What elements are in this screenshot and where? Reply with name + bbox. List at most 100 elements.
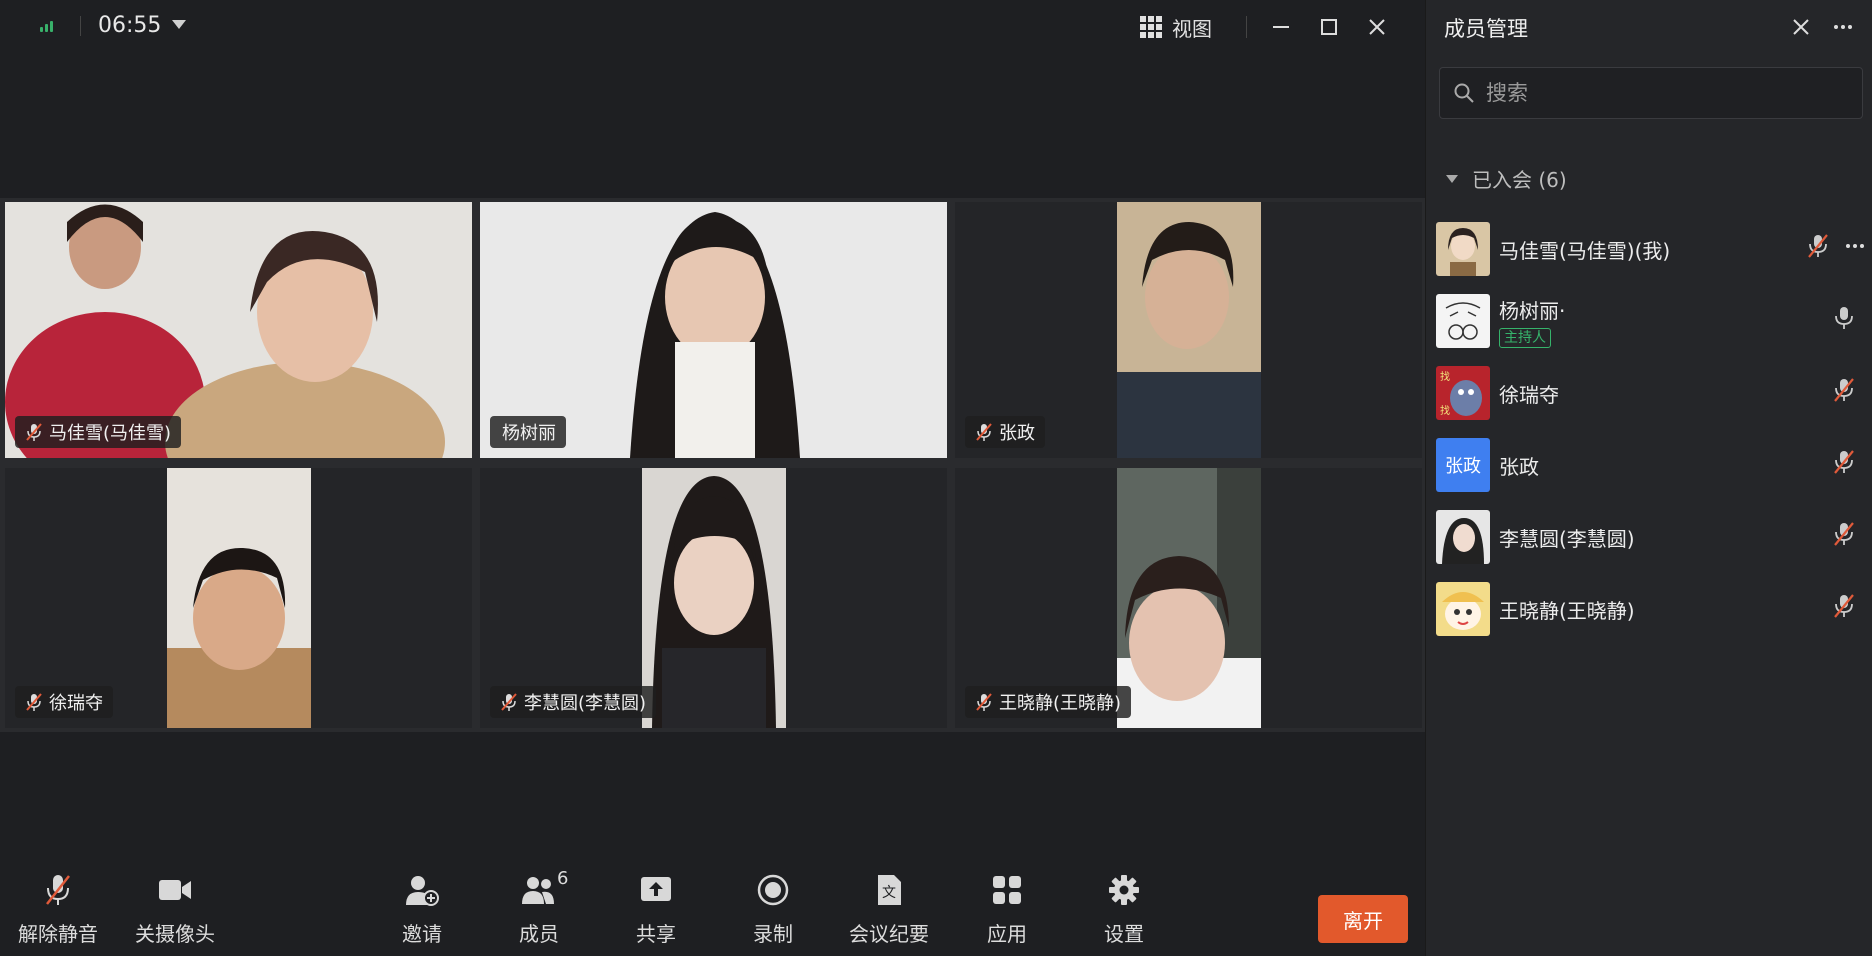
close-window-button[interactable] — [1362, 12, 1392, 42]
camera-icon — [155, 870, 195, 910]
mic-muted-icon — [976, 693, 992, 711]
member-row[interactable]: 张政 张政 — [1436, 434, 1866, 496]
members-count: 6 — [557, 868, 569, 889]
apps-label: 应用 — [987, 922, 1027, 946]
member-row[interactable]: 找找 徐瑞夺 — [1436, 362, 1866, 424]
participant-video — [1117, 202, 1261, 458]
video-tile[interactable]: 杨树丽 — [480, 202, 947, 458]
joined-section-label: 已入会 (6) — [1472, 168, 1567, 192]
member-search[interactable] — [1439, 67, 1863, 119]
mic-icon[interactable] — [1832, 304, 1856, 332]
mic-muted-icon[interactable] — [1832, 520, 1856, 548]
participant-name: 马佳雪(马佳雪) — [49, 423, 172, 444]
video-grid: 马佳雪(马佳雪) 杨树丽 张政 徐瑞夺 李慧圆(李慧圆) 王晓静(王晓静) — [0, 198, 1425, 732]
chevron-down-icon[interactable] — [172, 20, 186, 29]
participant-name-tag: 张政 — [965, 416, 1045, 448]
share-button[interactable]: 共享 — [636, 870, 676, 947]
mic-muted-icon — [976, 423, 992, 441]
bottom-toolbar: 解除静音 关摄像头 邀请 6 成员 共享 录制 文 会议纪要 应用 设置 — [0, 868, 1425, 956]
members-panel: 成员管理 已入会 (6) 马佳雪(马佳雪)(我) 杨树丽· 主持人 — [1425, 0, 1872, 956]
video-tile[interactable]: 马佳雪(马佳雪) — [5, 202, 472, 458]
member-more-icon[interactable] — [1844, 244, 1866, 248]
unmute-button[interactable]: 解除静音 — [18, 870, 98, 947]
close-panel-button[interactable] — [1786, 12, 1816, 42]
participant-name: 杨树丽 — [502, 423, 556, 444]
member-name: 杨树丽· — [1499, 298, 1566, 323]
participant-name-tag: 马佳雪(马佳雪) — [15, 416, 182, 448]
video-tile[interactable]: 张政 — [955, 202, 1422, 458]
participant-name: 张政 — [999, 423, 1035, 444]
add-user-icon — [402, 870, 442, 910]
member-name: 王晓静(王晓静) — [1499, 598, 1635, 623]
members-button[interactable]: 6 成员 — [519, 868, 568, 947]
mic-muted-icon[interactable] — [1832, 376, 1856, 404]
participant-name: 徐瑞夺 — [49, 693, 103, 714]
settings-label: 设置 — [1104, 922, 1144, 946]
search-input[interactable] — [1486, 81, 1826, 105]
member-row[interactable]: 马佳雪(马佳雪)(我) — [1436, 218, 1866, 280]
video-tile[interactable]: 李慧圆(李慧圆) — [480, 468, 947, 728]
svg-text:文: 文 — [882, 885, 896, 901]
camera-off-label: 关摄像头 — [135, 922, 215, 946]
close-icon — [1369, 19, 1385, 35]
member-row[interactable]: 杨树丽· 主持人 — [1436, 290, 1866, 352]
minutes-icon: 文 — [869, 870, 909, 910]
caret-down-icon — [1446, 174, 1458, 183]
participant-name: 李慧圆(李慧圆) — [524, 693, 647, 714]
apps-icon — [987, 870, 1027, 910]
member-name: 徐瑞夺 — [1499, 382, 1559, 407]
divider — [1246, 16, 1247, 38]
member-name: 马佳雪(马佳雪)(我) — [1499, 238, 1671, 263]
mic-muted-icon[interactable] — [1806, 232, 1830, 260]
mic-muted-icon — [26, 423, 42, 441]
apps-button[interactable]: 应用 — [987, 870, 1027, 947]
participant-name-tag: 徐瑞夺 — [15, 686, 113, 718]
share-label: 共享 — [636, 922, 676, 946]
maximize-button[interactable] — [1314, 12, 1344, 42]
view-button[interactable]: 视图 — [1140, 12, 1212, 42]
maximize-icon — [1321, 19, 1337, 35]
camera-off-button[interactable]: 关摄像头 — [135, 870, 215, 947]
avatar — [1436, 510, 1490, 564]
avatar: 张政 — [1436, 438, 1490, 492]
participant-video — [167, 468, 311, 728]
members-icon: 6 — [519, 868, 568, 910]
meeting-minutes-label: 会议纪要 — [849, 922, 929, 946]
joined-section-header[interactable]: 已入会 (6) — [1446, 164, 1567, 193]
record-button[interactable]: 录制 — [753, 870, 793, 947]
grid-icon — [1140, 16, 1162, 38]
invite-button[interactable]: 邀请 — [402, 870, 442, 947]
participant-video — [1117, 468, 1261, 728]
participant-name-tag: 王晓静(王晓静) — [965, 686, 1132, 718]
settings-button[interactable]: 设置 — [1104, 870, 1144, 947]
participant-name-tag: 李慧圆(李慧圆) — [490, 686, 657, 718]
more-options-button[interactable] — [1828, 12, 1858, 42]
unmute-label: 解除静音 — [18, 922, 98, 946]
minimize-icon — [1273, 26, 1289, 28]
signal-strength-icon — [40, 18, 60, 32]
avatar — [1436, 582, 1490, 636]
mic-muted-icon[interactable] — [1832, 448, 1856, 476]
panel-title: 成员管理 — [1444, 17, 1528, 41]
participant-name-tag: 杨树丽 — [490, 416, 566, 448]
divider — [80, 16, 81, 36]
svg-text:找: 找 — [1440, 370, 1450, 383]
video-tile[interactable]: 王晓静(王晓静) — [955, 468, 1422, 728]
meeting-minutes-button[interactable]: 文 会议纪要 — [849, 870, 929, 947]
gear-icon — [1104, 870, 1144, 910]
svg-text:找: 找 — [1440, 404, 1450, 417]
avatar — [1436, 222, 1490, 276]
leave-meeting-button[interactable]: 离开 — [1318, 895, 1408, 943]
members-label: 成员 — [519, 922, 559, 946]
mic-muted-icon — [38, 870, 78, 910]
avatar — [1436, 294, 1490, 348]
host-badge: 主持人 — [1499, 327, 1551, 348]
member-row[interactable]: 王晓静(王晓静) — [1436, 578, 1866, 640]
video-tile[interactable]: 徐瑞夺 — [5, 468, 472, 728]
mic-muted-icon — [501, 693, 517, 711]
minimize-button[interactable] — [1266, 12, 1296, 42]
member-row[interactable]: 李慧圆(李慧圆) — [1436, 506, 1866, 568]
invite-label: 邀请 — [402, 922, 442, 946]
participant-video — [642, 468, 786, 728]
mic-muted-icon[interactable] — [1832, 592, 1856, 620]
